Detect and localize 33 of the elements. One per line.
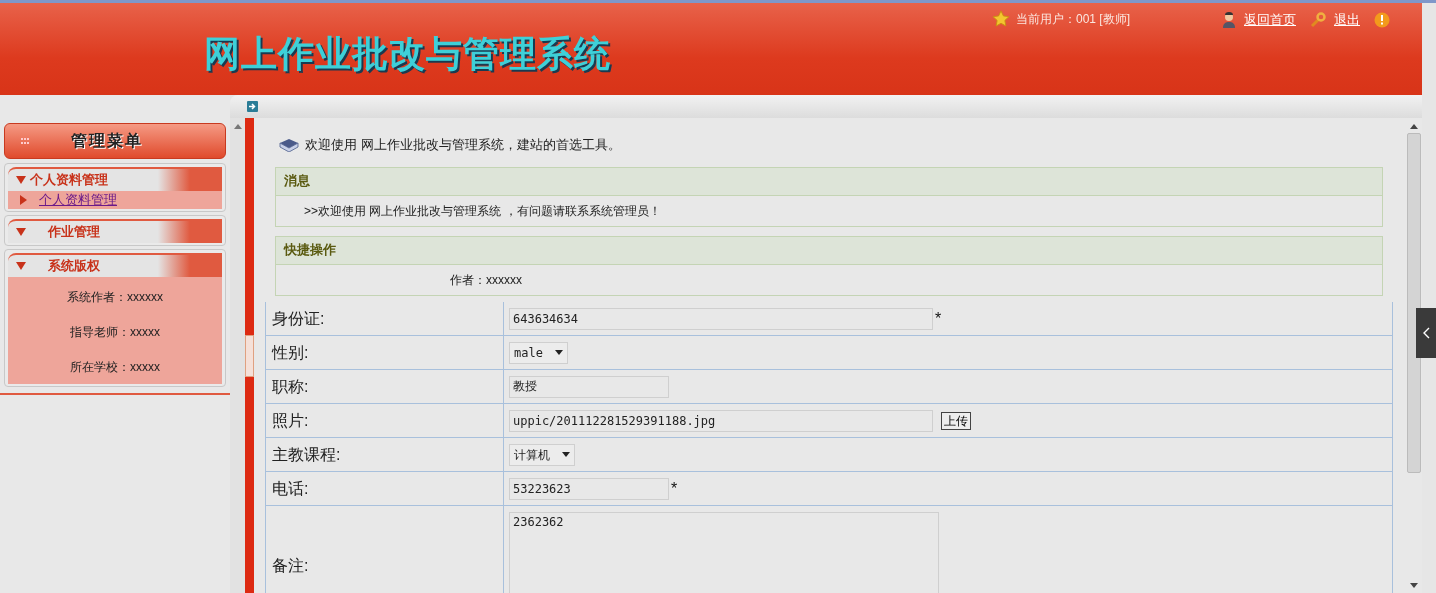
text-field[interactable]: 教授 — [509, 375, 669, 398]
field-label: 备注: — [272, 555, 309, 576]
menu-title: 管理菜单 — [71, 131, 143, 151]
panel-text: 作者：xxxxxx — [450, 271, 522, 289]
logout-link[interactable]: 退出 — [1334, 10, 1360, 30]
field-label: 职称: — [272, 376, 309, 397]
menu-section-header[interactable]: 个人资料管理 — [8, 167, 222, 191]
current-user-label: 当前用户：001 [教师] — [1016, 11, 1131, 28]
menu-section-header[interactable]: 作业管理 — [8, 219, 222, 243]
menu-section-header[interactable]: 系统版权 — [8, 253, 222, 277]
home-link[interactable]: 返回首页 — [1244, 10, 1296, 30]
upload-button[interactable]: 上传 — [941, 411, 971, 430]
field-label: 照片: — [272, 410, 309, 431]
dropdown[interactable]: male — [509, 341, 568, 364]
panel-text: >>欢迎使用 网上作业批改与管理系统 ，有问题请联系系统管理员！ — [304, 202, 661, 220]
field-label: 主教课程: — [272, 444, 341, 465]
copyright-text: 指导老师：xxxxx — [70, 323, 160, 341]
text-field[interactable]: 643634634 — [509, 307, 933, 330]
required-mark: * — [935, 308, 942, 329]
welcome-text: 欢迎使用 网上作业批改与管理系统，建站的首选工具。 — [305, 136, 621, 154]
notes-field[interactable]: 2362362 — [509, 512, 939, 593]
field-label: 性别: — [272, 342, 309, 363]
field-label: 身份证: — [272, 308, 325, 329]
panel-title: 快捷操作 — [284, 241, 336, 260]
copyright-text: 系统作者：xxxxxx — [67, 288, 163, 306]
panel-title: 消息 — [284, 172, 310, 191]
field-label: 电话: — [272, 478, 309, 499]
text-field[interactable]: uppic/201112281529391188.jpg — [509, 409, 933, 432]
required-mark: * — [671, 478, 678, 499]
text-field[interactable]: 53223623 — [509, 477, 669, 500]
site-title: 网上作业批改与管理系统 — [204, 32, 611, 76]
copyright-text: 所在学校：xxxxx — [70, 358, 160, 376]
dropdown[interactable]: 计算机 — [509, 443, 575, 466]
